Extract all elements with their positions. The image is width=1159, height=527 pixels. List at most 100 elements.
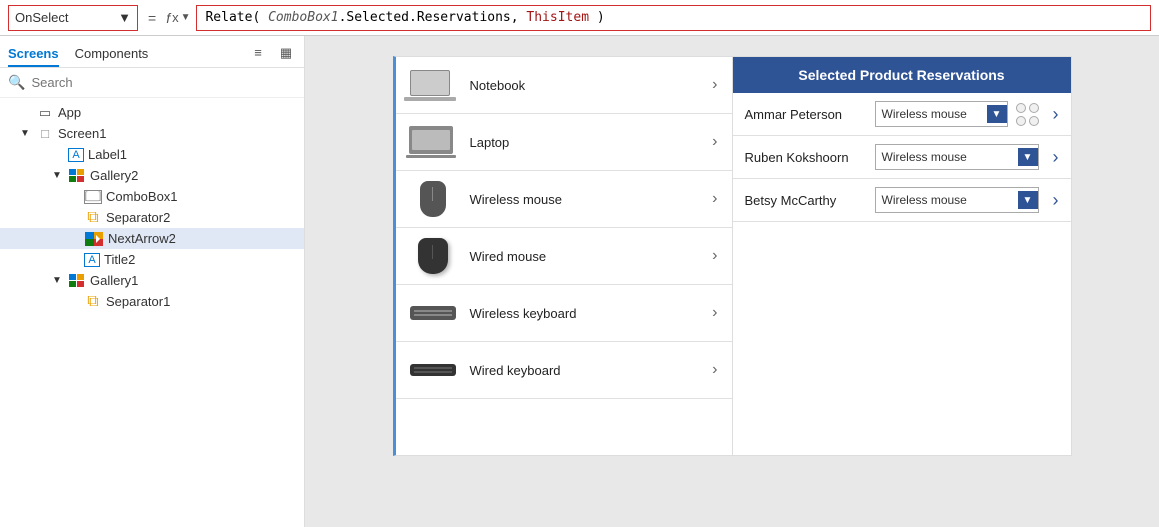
fx-label2: x xyxy=(172,10,179,25)
label-icon: A xyxy=(68,148,84,162)
event-selector-arrow: ▼ xyxy=(118,10,131,25)
product-list: Notebook › Laptop › xyxy=(393,56,733,456)
separator2-icon: ⧉ xyxy=(84,211,102,225)
notebook-chevron: › xyxy=(712,76,717,94)
notebook-image xyxy=(410,67,456,103)
product-item-wkeyboard[interactable]: Wireless keyboard › xyxy=(396,285,732,342)
tree-item-gallery1[interactable]: ▼ Gallery1 xyxy=(0,270,304,291)
reservation-nav-betsy[interactable]: › xyxy=(1053,190,1059,211)
reservation-value-betsy: Wireless mouse xyxy=(882,193,967,207)
tree-label-label1: Label1 xyxy=(88,147,127,162)
search-input[interactable] xyxy=(31,75,296,90)
circle4 xyxy=(1029,116,1039,126)
tree-label-screen1: Screen1 xyxy=(58,126,106,141)
tree-item-title2[interactable]: A Title2 xyxy=(0,249,304,270)
reservation-arrow-ruben[interactable]: ▼ xyxy=(1018,148,1038,166)
product-name-wiredmouse: Wired mouse xyxy=(470,249,699,264)
reservation-arrow-ammar[interactable]: ▼ xyxy=(987,105,1007,123)
list-view-icon[interactable]: ≡ xyxy=(248,43,268,63)
separator1-icon: ⧉ xyxy=(84,295,102,309)
formula-input[interactable]: Relate( ComboBox1.Selected.Reservations,… xyxy=(196,5,1151,31)
tree-label-app: App xyxy=(58,105,81,120)
reservation-arrow-betsy[interactable]: ▼ xyxy=(1018,191,1038,209)
left-panel: Screens Components ≡ ▦ 🔍 ▭ App ▼ □ Scree… xyxy=(0,36,305,527)
equals-symbol: = xyxy=(144,10,160,26)
tree-item-screen1[interactable]: ▼ □ Screen1 xyxy=(0,123,304,144)
tree: ▭ App ▼ □ Screen1 A Label1 ▼ Gal xyxy=(0,98,304,527)
product-item-notebook[interactable]: Notebook › xyxy=(396,57,732,114)
grid-view-icon[interactable]: ▦ xyxy=(276,43,296,63)
main-layout: Screens Components ≡ ▦ 🔍 ▭ App ▼ □ Scree… xyxy=(0,36,1159,527)
tree-item-separator2[interactable]: ⧉ Separator2 xyxy=(0,207,304,228)
tab-components[interactable]: Components xyxy=(75,42,149,67)
event-selector[interactable]: OnSelect ▼ xyxy=(8,5,138,31)
laptop-chevron: › xyxy=(712,133,717,151)
reservation-name-betsy: Betsy McCarthy xyxy=(745,193,865,208)
wiredkeyboard-chevron: › xyxy=(712,361,717,379)
nextarrow2-icon xyxy=(84,232,104,246)
panel-icon-group: ≡ ▦ xyxy=(248,43,296,67)
wkeyboard-image xyxy=(410,295,456,331)
reservations-panel: Selected Product Reservations Ammar Pete… xyxy=(732,56,1072,456)
gallery1-icon xyxy=(68,274,86,288)
product-item-wmouse[interactable]: Wireless mouse › xyxy=(396,171,732,228)
wmouse-image xyxy=(410,181,456,217)
tab-screens[interactable]: Screens xyxy=(8,42,59,67)
search-box: 🔍 xyxy=(0,68,304,98)
tree-label-gallery2: Gallery2 xyxy=(90,168,138,183)
tree-item-gallery2[interactable]: ▼ Gallery2 xyxy=(0,165,304,186)
reservations-title: Selected Product Reservations xyxy=(798,67,1004,83)
title2-icon: A xyxy=(84,253,100,267)
panel-tabs: Screens Components ≡ ▦ xyxy=(0,36,304,68)
fx-label: f xyxy=(166,10,170,26)
tree-item-nextarrow2[interactable]: NextArrow2 xyxy=(0,228,304,249)
tree-label-separator2: Separator2 xyxy=(106,210,170,225)
product-item-laptop[interactable]: Laptop › xyxy=(396,114,732,171)
reservation-value-ruben: Wireless mouse xyxy=(882,150,967,164)
tree-label-combobox1: ComboBox1 xyxy=(106,189,178,204)
app-icon: ▭ xyxy=(36,106,54,120)
reservation-select-ruben[interactable]: Wireless mouse ▼ xyxy=(875,144,1039,170)
tree-label-title2: Title2 xyxy=(104,252,135,267)
tree-label-gallery1: Gallery1 xyxy=(90,273,138,288)
reservation-row-ammar: Ammar Peterson Wireless mouse ▼ › xyxy=(733,93,1071,136)
tree-item-label1[interactable]: A Label1 xyxy=(0,144,304,165)
product-name-wkeyboard: Wireless keyboard xyxy=(470,306,699,321)
circle1 xyxy=(1016,103,1026,113)
reservation-nav-ammar[interactable]: › xyxy=(1053,104,1059,125)
product-item-wiredmouse[interactable]: Wired mouse › xyxy=(396,228,732,285)
product-name-notebook: Notebook xyxy=(470,78,699,93)
tree-item-combobox1[interactable]: [__] ComboBox1 xyxy=(0,186,304,207)
reservation-value-ammar: Wireless mouse xyxy=(882,107,967,121)
wiredmouse-image xyxy=(410,238,456,274)
event-selector-value: OnSelect xyxy=(15,10,68,25)
search-icon: 🔍 xyxy=(8,74,25,91)
reservation-nav-ruben[interactable]: › xyxy=(1053,147,1059,168)
fx-button[interactable]: fx ▼ xyxy=(166,10,190,26)
fx-chevron: ▼ xyxy=(181,12,191,23)
product-item-wiredkeyboard[interactable]: Wired keyboard › xyxy=(396,342,732,399)
gallery2-chevron: ▼ xyxy=(52,170,64,181)
reservation-select-betsy[interactable]: Wireless mouse ▼ xyxy=(875,187,1039,213)
reservation-name-ruben: Ruben Kokshoorn xyxy=(745,150,865,165)
wiredmouse-chevron: › xyxy=(712,247,717,265)
screen-icon: □ xyxy=(36,127,54,141)
combobox-icon: [__] xyxy=(84,190,102,204)
tree-item-separator1[interactable]: ⧉ Separator1 xyxy=(0,291,304,312)
tree-label-nextarrow2: NextArrow2 xyxy=(108,231,176,246)
reservation-row-betsy: Betsy McCarthy Wireless mouse ▼ › xyxy=(733,179,1071,222)
reservation-select-ammar[interactable]: Wireless mouse ▼ xyxy=(875,101,1008,127)
tree-label-separator1: Separator1 xyxy=(106,294,170,309)
wkeyboard-chevron: › xyxy=(712,304,717,322)
tree-item-app[interactable]: ▭ App xyxy=(0,102,304,123)
laptop-image xyxy=(410,124,456,160)
wiredkeyboard-image xyxy=(410,352,456,388)
screen1-chevron: ▼ xyxy=(20,128,32,139)
wmouse-chevron: › xyxy=(712,190,717,208)
reservations-header: Selected Product Reservations xyxy=(733,57,1071,93)
circles-ammar xyxy=(1016,103,1039,126)
reservation-row-ruben: Ruben Kokshoorn Wireless mouse ▼ › xyxy=(733,136,1071,179)
gallery2-icon xyxy=(68,169,86,183)
product-name-wiredkeyboard: Wired keyboard xyxy=(470,363,699,378)
formula-bar: OnSelect ▼ = fx ▼ Relate( ComboBox1.Sele… xyxy=(0,0,1159,36)
